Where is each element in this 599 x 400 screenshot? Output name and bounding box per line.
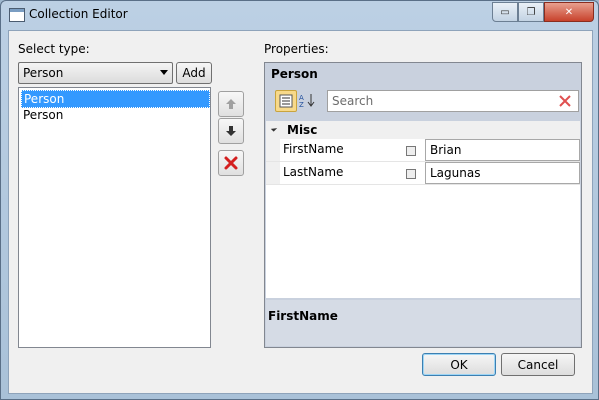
maximize-button[interactable]: ❐	[518, 2, 544, 22]
search-input[interactable]: Search	[327, 90, 579, 112]
dialog-body: Select type: Person Add Person Person Pr…	[8, 30, 593, 394]
sort-alpha-icon: A Z	[299, 94, 315, 108]
lastname-field[interactable]: Lagunas	[425, 162, 580, 184]
description-title: FirstName	[268, 309, 338, 323]
search-placeholder: Search	[332, 94, 374, 108]
item-list[interactable]: Person Person	[18, 87, 211, 348]
property-value: Brian	[430, 143, 462, 157]
property-name: FirstName	[283, 142, 344, 156]
category-misc[interactable]: Misc	[266, 121, 580, 139]
cancel-button[interactable]: Cancel	[501, 353, 575, 376]
window-title: Collection Editor	[29, 7, 128, 21]
property-name: LastName	[283, 165, 344, 179]
remove-icon	[224, 156, 238, 170]
property-marker-icon[interactable]	[406, 169, 416, 179]
remove-button[interactable]	[218, 150, 244, 176]
properties-label: Properties:	[264, 42, 329, 56]
category-name: Misc	[287, 123, 318, 137]
list-item[interactable]: Person	[21, 90, 210, 108]
move-down-button[interactable]	[218, 118, 244, 144]
categorized-icon	[279, 94, 293, 108]
row-gutter	[266, 162, 280, 184]
close-button[interactable]: ✕	[544, 2, 594, 22]
collection-editor-window: Collection Editor ▭ ❐ ✕ Select type: Per…	[0, 0, 599, 400]
clear-search-icon[interactable]	[558, 94, 572, 108]
window-icon	[9, 8, 25, 22]
chevron-down-icon	[160, 70, 168, 75]
categorized-view-button[interactable]	[275, 90, 297, 112]
description-panel: FirstName	[266, 300, 580, 346]
property-grid: Person A Z Search Misc FirstName Brian L…	[264, 62, 582, 348]
alphabetical-view-button[interactable]: A Z	[297, 90, 317, 110]
property-row-firstname: FirstName Brian	[266, 139, 580, 162]
collapse-icon[interactable]	[270, 125, 278, 132]
select-type-label: Select type:	[18, 42, 90, 56]
ok-button[interactable]: OK	[422, 353, 496, 376]
svg-text:Z: Z	[299, 101, 304, 108]
minimize-button[interactable]: ▭	[492, 2, 518, 22]
arrow-up-icon	[226, 99, 236, 109]
move-up-button[interactable]	[218, 91, 244, 117]
list-item[interactable]: Person	[21, 107, 208, 123]
property-row-lastname: LastName Lagunas	[266, 162, 580, 185]
firstname-field[interactable]: Brian	[425, 139, 580, 161]
type-select-value: Person	[23, 66, 64, 80]
row-gutter	[266, 139, 280, 161]
title-bar[interactable]: Collection Editor ▭ ❐ ✕	[1, 1, 598, 29]
type-select[interactable]: Person	[18, 62, 173, 84]
properties-list: Misc FirstName Brian LastName Lagunas	[266, 121, 580, 298]
property-value: Lagunas	[430, 166, 481, 180]
object-title: Person	[271, 67, 318, 81]
add-button[interactable]: Add	[176, 62, 212, 84]
property-marker-icon[interactable]	[406, 146, 416, 156]
arrow-down-icon	[226, 126, 236, 136]
